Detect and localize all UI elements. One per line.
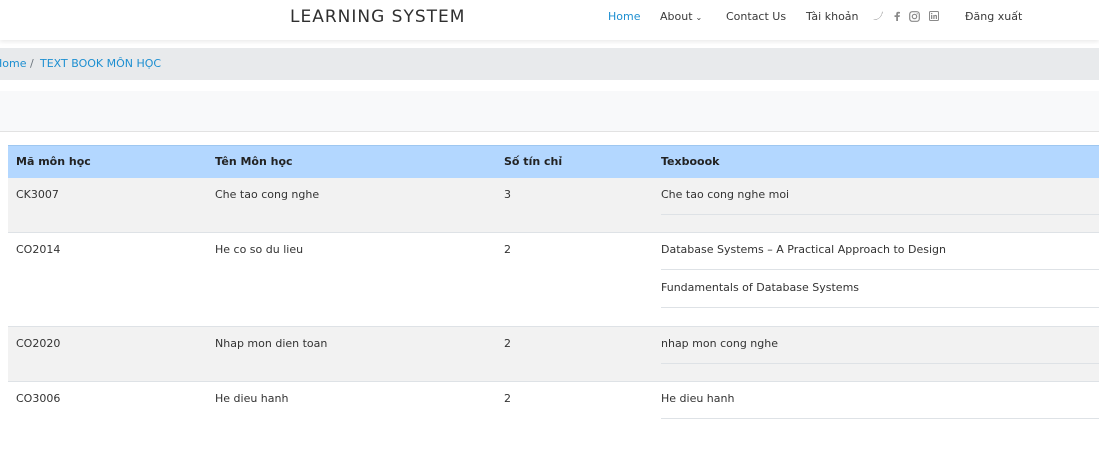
- table-row: CK3007 Che tao cong nghe 3 Che tao cong …: [8, 178, 1099, 233]
- header-course-name: Tên Môn học: [215, 155, 293, 168]
- top-header: LEARNING SYSTEM Home About ⌄ Contact Us T…: [0, 0, 1099, 40]
- course-code: CO3006: [16, 392, 61, 405]
- course-name: He dieu hanh: [215, 392, 289, 405]
- nav-about-label: About: [660, 10, 693, 23]
- header-credits: Số tín chỉ: [504, 155, 563, 168]
- header-course-code: Mã môn học: [16, 155, 91, 168]
- breadcrumb-current[interactable]: TEXT BOOK MÔN HỌC: [40, 57, 161, 70]
- twitter-icon[interactable]: [873, 11, 883, 24]
- instagram-icon[interactable]: [909, 11, 920, 25]
- course-credits: 2: [504, 392, 511, 405]
- table-row: CO3006 He dieu hanh 2 He dieu hanh: [8, 382, 1099, 437]
- course-code: CO2014: [16, 243, 61, 256]
- chevron-down-icon: ⌄: [695, 13, 703, 22]
- textbook-list: Database Systems – A Practical Approach …: [661, 233, 1099, 309]
- course-code: CO2020: [16, 337, 61, 350]
- course-name: He co so du lieu: [215, 243, 304, 256]
- table-header: Mã môn học Tên Môn học Số tín chỉ Texboo…: [8, 145, 1099, 178]
- textbook-list: He dieu hanh: [661, 382, 1099, 420]
- course-credits: 3: [504, 188, 511, 201]
- course-name: Nhap mon dien toan: [215, 337, 328, 350]
- course-name: Che tao cong nghe: [215, 188, 320, 201]
- site-brand[interactable]: LEARNING SYSTEM: [290, 7, 465, 27]
- textbook-item: He dieu hanh: [661, 382, 1099, 419]
- textbook-list: Che tao cong nghe moi: [661, 178, 1099, 216]
- textbook-table: Mã môn học Tên Môn học Số tín chỉ Texboo…: [8, 145, 1099, 437]
- textbook-item: nhap mon cong nghe: [661, 327, 1099, 364]
- textbook-item: Database Systems – A Practical Approach …: [661, 233, 1099, 270]
- breadcrumb-home[interactable]: Home: [0, 57, 26, 70]
- nav-contact[interactable]: Contact Us: [726, 10, 786, 23]
- course-credits: 2: [504, 337, 511, 350]
- nav-logout[interactable]: Đăng xuất: [965, 10, 1022, 23]
- facebook-icon[interactable]: [893, 11, 901, 24]
- header-textbook: Texboook: [661, 155, 720, 168]
- linkedin-icon[interactable]: [929, 11, 939, 24]
- textbook-item: Fundamentals of Database Systems: [661, 271, 1099, 308]
- table-row: CO2014 He co so du lieu 2 Database Syste…: [8, 233, 1099, 327]
- content-toolbar: [0, 91, 1099, 132]
- course-credits: 2: [504, 243, 511, 256]
- course-code: CK3007: [16, 188, 59, 201]
- textbook-item: Che tao cong nghe moi: [661, 178, 1099, 215]
- nav-home[interactable]: Home: [608, 10, 640, 23]
- breadcrumb: Home / TEXT BOOK MÔN HỌC: [0, 48, 1099, 80]
- nav-about[interactable]: About ⌄: [660, 10, 702, 23]
- breadcrumb-separator: /: [30, 57, 34, 70]
- table-row: CO2020 Nhap mon dien toan 2 nhap mon con…: [8, 327, 1099, 382]
- nav-account[interactable]: Tài khoản: [806, 10, 859, 23]
- textbook-list: nhap mon cong nghe: [661, 327, 1099, 365]
